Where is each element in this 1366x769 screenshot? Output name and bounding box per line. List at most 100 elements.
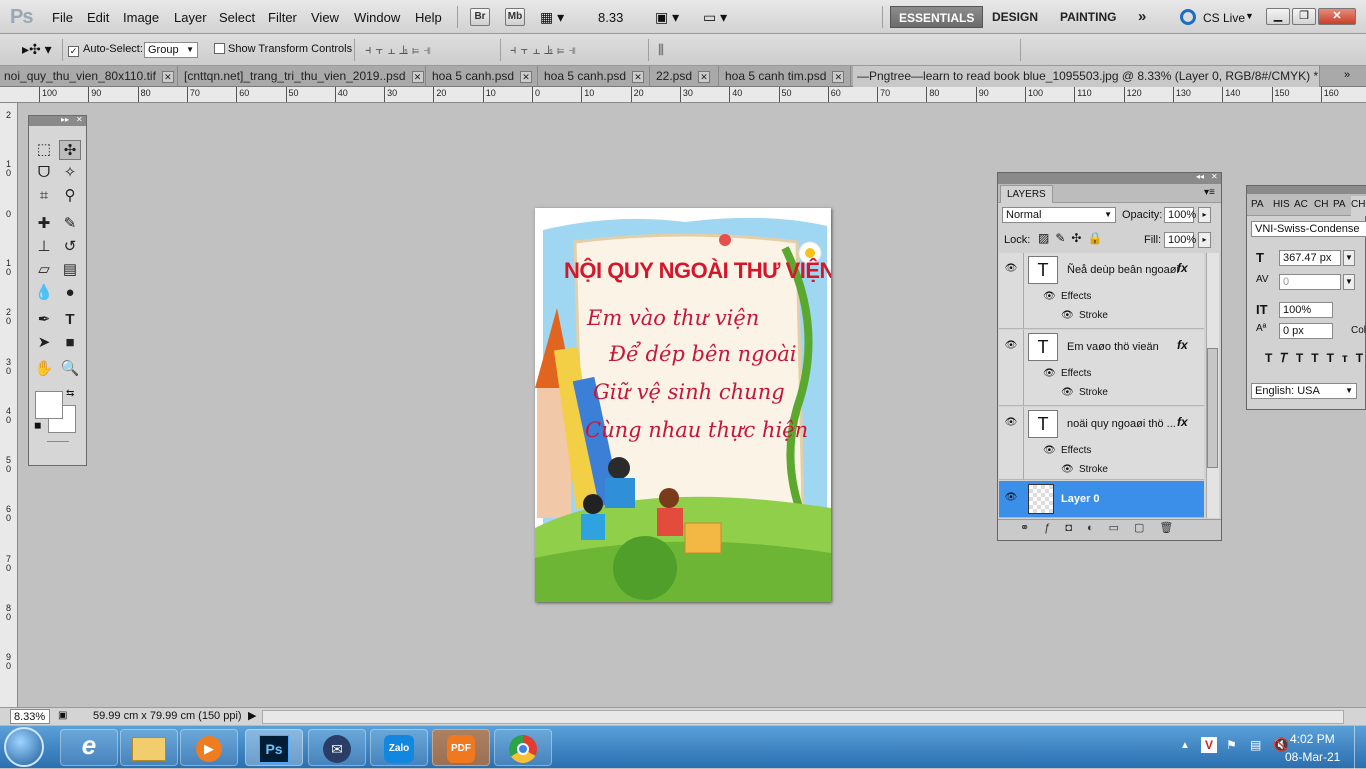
brush-tool-icon[interactable]: ✎ <box>59 214 81 234</box>
tab-document-active[interactable]: —Pngtree—learn to read book blue_1095503… <box>853 66 1320 87</box>
zoom-tool-icon[interactable]: 🔍 <box>59 359 81 379</box>
chevron-down-icon[interactable]: ▼ <box>1343 250 1355 266</box>
tab-channels[interactable]: CH <box>1314 199 1328 210</box>
mini-bridge-button[interactable]: Mb <box>505 8 525 26</box>
screen-mode-icon[interactable]: ▭ ▾ <box>703 9 727 26</box>
more-workspaces-icon[interactable]: » <box>1130 6 1154 28</box>
zoom-input[interactable]: 8.33% <box>10 709 50 724</box>
eyedropper-tool-icon[interactable]: ⚲ <box>59 186 81 206</box>
workspace-essentials[interactable]: ESSENTIALS <box>890 6 984 28</box>
menu-help[interactable]: Help <box>415 10 442 25</box>
close-tab-icon[interactable]: ✕ <box>832 71 845 83</box>
lasso-tool-icon[interactable]: ᗜ <box>33 163 55 183</box>
eye-icon[interactable]: 👁 <box>1003 492 1019 503</box>
close-tab-icon[interactable]: ✕ <box>520 71 533 83</box>
menu-window[interactable]: Window <box>354 10 400 25</box>
tab-layers[interactable]: LAYERS <box>1000 185 1053 203</box>
chevron-down-icon[interactable]: ▼ <box>1343 274 1355 290</box>
move-tool-preset-icon[interactable]: ▸✣ ▾ <box>22 41 52 58</box>
layer-name[interactable]: Layer 0 <box>1061 493 1100 505</box>
taskbar-explorer[interactable] <box>120 729 178 766</box>
blur-tool-icon[interactable]: 💧 <box>33 283 55 303</box>
scrollbar-thumb[interactable] <box>1207 348 1218 468</box>
auto-select-dropdown[interactable]: Group ▼ <box>144 42 198 58</box>
distribute-buttons-icon[interactable]: ⫞⫟⫠⫡⫢⫣ <box>510 42 580 58</box>
taskbar-chrome[interactable] <box>494 729 552 766</box>
close-button[interactable]: ✕ <box>1318 8 1356 25</box>
eye-icon[interactable]: 👁 <box>1061 464 1074 475</box>
taskbar-mail[interactable]: ✉ <box>308 729 366 766</box>
language-dropdown[interactable]: English: USA ▼ <box>1251 383 1357 399</box>
menu-view[interactable]: View <box>311 10 339 25</box>
layer-name[interactable]: noäi quy ngoaøi thö ... <box>1067 418 1176 430</box>
eye-icon[interactable]: 👁 <box>1043 445 1056 456</box>
eye-icon[interactable]: 👁 <box>1003 340 1019 351</box>
tab-document[interactable]: [cnttqn.net]_trang_tri_thu_vien_2019..ps… <box>180 66 426 87</box>
tab-actions[interactable]: AC <box>1294 199 1308 210</box>
blend-mode-dropdown[interactable]: Normal ▼ <box>1002 207 1116 223</box>
layer-row[interactable]: 👁 T Em vaøo thö vieän fx 👁 Effects 👁 Str… <box>999 330 1204 406</box>
collapse-panel-icon[interactable]: ◂◂ <box>1196 172 1204 181</box>
fx-icon[interactable]: fx <box>1177 261 1188 275</box>
workspace-painting[interactable]: PAINTING <box>1052 6 1124 28</box>
status-menu-icon[interactable]: ▶ <box>248 709 256 722</box>
lock-options-icon[interactable]: ▨✎✣🔒 <box>1038 231 1108 245</box>
rectangle-tool-icon[interactable]: ■ <box>59 333 81 353</box>
view-extras-icon[interactable]: ▦ ▾ <box>540 9 564 26</box>
antivirus-icon[interactable]: V <box>1201 737 1217 753</box>
taskbar-photoshop[interactable]: Ps <box>245 729 303 766</box>
arrange-documents-icon[interactable]: ▣ ▾ <box>655 9 679 26</box>
layers-panel-header[interactable] <box>998 173 1221 184</box>
baseline-shift-input[interactable]: 0 px <box>1279 323 1333 339</box>
menu-layer[interactable]: Layer <box>174 10 207 25</box>
fx-icon[interactable]: fx <box>1177 415 1188 429</box>
vertical-scale-input[interactable]: 100% <box>1279 302 1333 318</box>
workspace-design[interactable]: DESIGN <box>984 6 1046 28</box>
tab-document[interactable]: 22.psd ✕ <box>652 66 719 87</box>
gradient-tool-icon[interactable]: ▤ <box>59 260 81 280</box>
close-tab-icon[interactable]: ✕ <box>698 71 711 83</box>
history-brush-tool-icon[interactable]: ↺ <box>59 237 81 257</box>
default-colors-icon[interactable]: ◼ <box>34 420 41 431</box>
text-style-buttons-icon[interactable]: T𝑇TTTᴛT <box>1265 351 1366 366</box>
font-family-dropdown[interactable]: VNI-Swiss-Condense <box>1251 221 1366 237</box>
auto-select-checkbox[interactable]: ✓ <box>68 43 79 57</box>
foreground-color-swatch[interactable] <box>35 391 63 419</box>
taskbar-media[interactable]: ▶ <box>180 729 238 766</box>
move-tool-icon[interactable]: ✣ <box>59 140 81 160</box>
cs-live-menu[interactable]: CS Live <box>1203 11 1245 25</box>
action-center-icon[interactable]: ⚑ <box>1226 738 1237 752</box>
document-canvas[interactable]: NỘI QUY NGOÀI THƯ VIỆN Em vào thư viện Đ… <box>535 208 831 602</box>
eye-icon[interactable]: 👁 <box>1061 387 1074 398</box>
tracking-input[interactable]: 0 <box>1279 274 1341 290</box>
close-panel-icon[interactable]: ✕ <box>76 115 83 124</box>
layer-row[interactable]: 👁 T noäi quy ngoaøi thö ... fx 👁 Effects… <box>999 407 1204 480</box>
collapse-panel-icon[interactable]: ▸▸ <box>61 115 69 124</box>
dodge-tool-icon[interactable]: ● <box>59 283 81 303</box>
tab-paragraph[interactable]: PA <box>1251 199 1264 210</box>
bridge-button[interactable]: Br <box>470 8 490 26</box>
restore-button[interactable]: ❐ <box>1292 8 1316 25</box>
tab-document[interactable]: hoa 5 canh tim.psd ✕ <box>721 66 851 87</box>
layer-row-selected[interactable]: 👁 Layer 0 <box>999 481 1204 518</box>
close-tab-icon[interactable]: ✕ <box>411 71 424 83</box>
tab-paths[interactable]: PA <box>1333 199 1346 210</box>
show-desktop-button[interactable] <box>1354 726 1366 769</box>
network-icon[interactable]: ▤ <box>1250 738 1261 752</box>
tab-history[interactable]: HIS <box>1273 199 1290 210</box>
healing-brush-tool-icon[interactable]: ✚ <box>33 214 55 234</box>
align-buttons-icon[interactable]: ⫞⫟⫠⫡⫢⫣ <box>365 42 435 58</box>
layer-row[interactable]: 👁 T Ñeå deùp beân ngoaøi fx 👁 Effects 👁 … <box>999 253 1204 329</box>
menu-select[interactable]: Select <box>219 10 255 25</box>
clone-stamp-tool-icon[interactable]: ⊥ <box>33 237 55 257</box>
menu-image[interactable]: Image <box>123 10 159 25</box>
clock-date[interactable]: 08-Mar-21 <box>1285 750 1340 764</box>
hand-tool-icon[interactable]: ✋ <box>33 359 55 379</box>
menu-file[interactable]: File <box>52 10 73 25</box>
minimize-button[interactable]: ▁ <box>1266 8 1290 25</box>
fx-icon[interactable]: fx <box>1177 338 1188 352</box>
quick-mask-icon[interactable] <box>47 441 69 442</box>
menu-filter[interactable]: Filter <box>268 10 297 25</box>
layer-name[interactable]: Em vaøo thö vieän <box>1067 341 1159 353</box>
clock-time[interactable]: 4:02 PM <box>1290 732 1335 746</box>
